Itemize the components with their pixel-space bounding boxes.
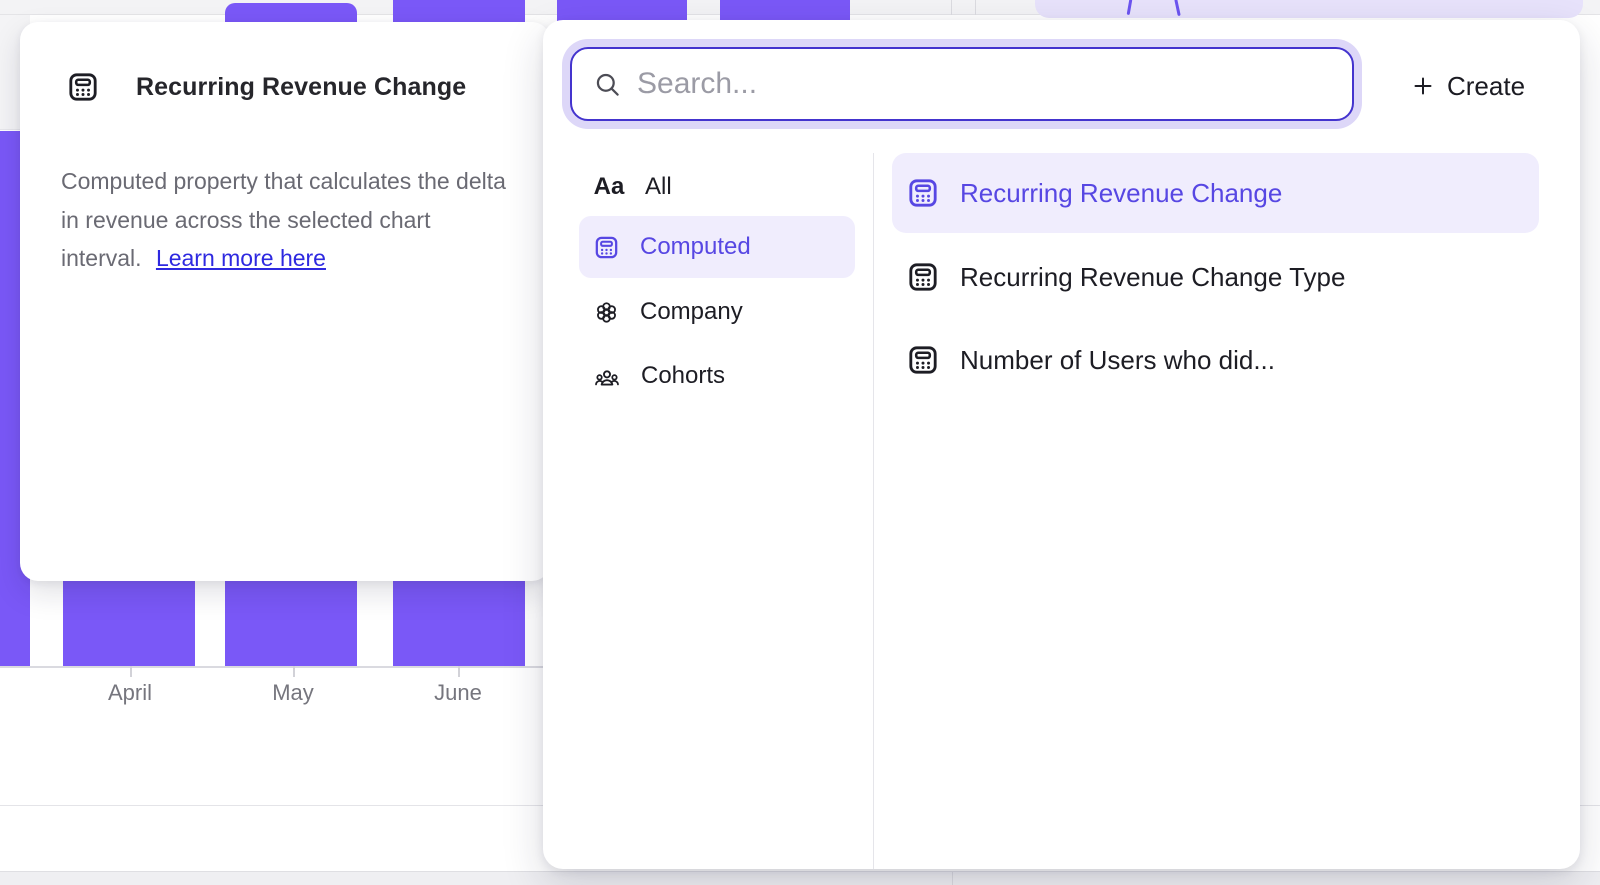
filter-item-cohorts[interactable]: Cohorts xyxy=(579,345,855,407)
filter-label: All xyxy=(645,173,672,201)
filter-item-computed[interactable]: Computed xyxy=(579,216,855,278)
axis-label: April xyxy=(70,680,190,706)
calculator-icon xyxy=(906,176,940,210)
plus-icon xyxy=(1411,74,1435,98)
axis-label: June xyxy=(398,680,518,706)
filter-item-company[interactable]: Company xyxy=(579,281,855,343)
chart-x-axis xyxy=(0,666,600,668)
axis-tick xyxy=(130,666,132,677)
search-icon xyxy=(594,71,621,98)
company-icon xyxy=(593,299,620,326)
modal-divider xyxy=(873,153,874,869)
filter-item-all[interactable]: Aa All xyxy=(579,156,855,218)
result-label: Recurring Revenue Change xyxy=(960,178,1282,209)
filter-label: Cohorts xyxy=(641,362,725,390)
result-label: Number of Users who did... xyxy=(960,345,1275,376)
property-tooltip-card: Recurring Revenue Change Computed proper… xyxy=(20,22,550,581)
filter-label: Computed xyxy=(640,233,751,261)
axis-tick xyxy=(293,666,295,677)
tooltip-description: Computed property that calculates the de… xyxy=(61,162,513,278)
learn-more-link[interactable]: Learn more here xyxy=(156,245,326,271)
text-style-icon: Aa xyxy=(593,173,625,201)
axis-tick xyxy=(458,666,460,677)
result-label: Recurring Revenue Change Type xyxy=(960,262,1345,293)
axis-label: May xyxy=(233,680,353,706)
tooltip-title: Recurring Revenue Change xyxy=(136,73,466,102)
search-input[interactable] xyxy=(637,67,1330,101)
create-button-label: Create xyxy=(1447,71,1525,102)
calculator-icon xyxy=(906,343,940,377)
search-box xyxy=(570,47,1354,121)
property-picker-modal: Create Aa All Computed Company Cohorts R… xyxy=(543,20,1580,869)
calculator-icon xyxy=(593,234,620,261)
result-item[interactable]: Number of Users who did... xyxy=(892,320,1539,400)
result-item[interactable]: Recurring Revenue Change xyxy=(892,153,1539,233)
tooltip-header: Recurring Revenue Change xyxy=(66,67,466,107)
result-item[interactable]: Recurring Revenue Change Type xyxy=(892,237,1539,317)
filter-label: Company xyxy=(640,298,743,326)
calculator-icon xyxy=(66,70,100,104)
cohorts-icon xyxy=(593,362,621,390)
calculator-icon xyxy=(906,260,940,294)
create-button[interactable]: Create xyxy=(1411,68,1525,104)
